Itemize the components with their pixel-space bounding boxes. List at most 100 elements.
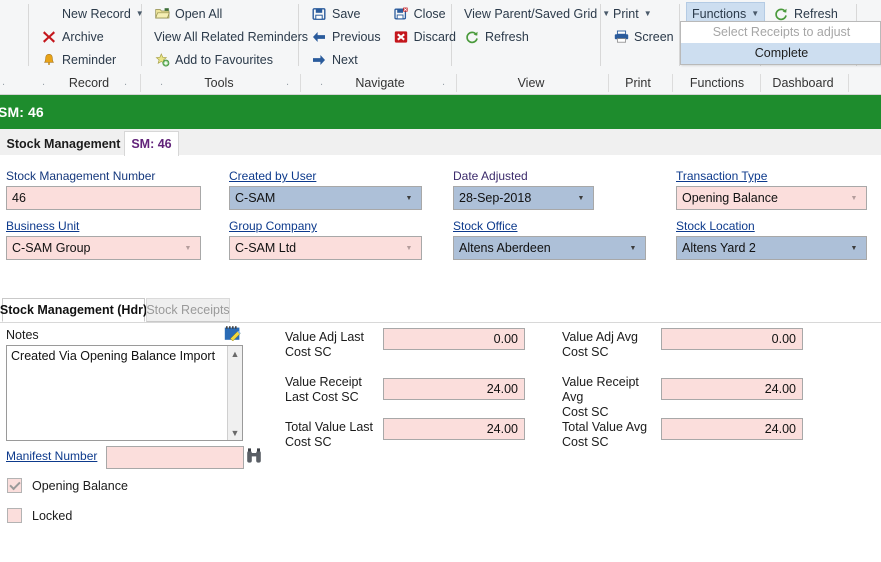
checkbox-input[interactable] bbox=[7, 478, 22, 493]
field-label: Transaction Type bbox=[676, 169, 867, 183]
ribbon-caption-dashboard: Dashboard bbox=[764, 72, 842, 94]
notepad-edit-icon[interactable] bbox=[224, 326, 241, 341]
chevron-down-icon[interactable]: ▼ bbox=[402, 237, 416, 259]
archive-button[interactable]: Archive bbox=[35, 25, 150, 48]
stock-location-dropdown[interactable]: Altens Yard 2 ▼ bbox=[676, 236, 867, 260]
tab-stock-management-hdr[interactable]: Stock Management (Hdr) bbox=[2, 298, 145, 322]
refresh-icon bbox=[773, 6, 789, 22]
menu-item-complete[interactable]: Complete bbox=[681, 43, 880, 64]
tab-stock-management-label: Stock Management bbox=[7, 137, 121, 151]
new-record-label: New Record bbox=[62, 7, 131, 21]
stock-management-number-input[interactable]: 46 bbox=[6, 186, 201, 210]
value-receipt-avg-cost-sc-label: Value Receipt Avg Cost SC bbox=[562, 375, 662, 420]
next-label: Next bbox=[332, 53, 358, 67]
next-button[interactable]: Next bbox=[305, 48, 387, 71]
reminder-button[interactable]: Reminder bbox=[35, 48, 150, 71]
chevron-down-icon[interactable]: ▼ bbox=[181, 237, 195, 259]
field-label: Created by User bbox=[229, 169, 422, 183]
view-all-related-reminders-button[interactable]: View All Related Reminders bbox=[148, 25, 314, 48]
tab-sm-46-label: SM: 46 bbox=[131, 137, 171, 151]
value-receipt-avg-cost-sc-input[interactable]: 24.00 bbox=[661, 378, 803, 400]
created-by-user-dropdown[interactable]: C-SAM ▼ bbox=[229, 186, 422, 210]
caption-divider bbox=[608, 74, 609, 92]
value-adj-avg-cost-sc-input[interactable]: 0.00 bbox=[661, 328, 803, 350]
ribbon-caption-tools: Tools bbox=[188, 72, 250, 94]
caption-divider bbox=[456, 74, 457, 92]
scroll-down-icon[interactable]: ▼ bbox=[228, 425, 243, 440]
group-company-dropdown[interactable]: C-SAM Ltd ▼ bbox=[229, 236, 422, 260]
print-screen-button[interactable]: Screen bbox=[607, 25, 680, 48]
scroll-up-icon[interactable]: ▲ bbox=[228, 346, 243, 361]
field-transaction-type: Transaction Type Opening Balance ▼ bbox=[676, 169, 867, 210]
menu-item-select-receipts-to-adjust[interactable]: Select Receipts to adjust bbox=[681, 22, 880, 43]
print-button[interactable]: Print ▼ bbox=[607, 2, 680, 25]
checkbox-locked[interactable]: Locked bbox=[7, 508, 72, 523]
view-parent-saved-grid-button[interactable]: View Parent/Saved Grid ▼ bbox=[458, 2, 616, 25]
print-screen-label: Screen bbox=[634, 30, 674, 44]
total-value-avg-cost-sc-input[interactable]: 24.00 bbox=[661, 418, 803, 440]
notes-scrollbar[interactable]: ▲ ▼ bbox=[227, 346, 242, 440]
field-stock-management-number: Stock Management Number 46 bbox=[6, 169, 201, 210]
arrow-left-icon bbox=[311, 29, 327, 45]
date-adjusted-dropdown[interactable]: 28-Sep-2018 ▼ bbox=[453, 186, 594, 210]
chevron-down-icon: ▼ bbox=[644, 10, 652, 18]
tab-stock-receipts[interactable]: Stock Receipts bbox=[146, 298, 230, 322]
chevron-down-icon: ▼ bbox=[751, 10, 759, 18]
field-stock-location: Stock Location Altens Yard 2 ▼ bbox=[676, 219, 867, 260]
red-x-box-icon bbox=[393, 29, 409, 45]
value-receipt-last-cost-sc-input[interactable]: 24.00 bbox=[383, 378, 525, 400]
chevron-down-icon[interactable]: ▼ bbox=[402, 187, 416, 209]
field-value: 46 bbox=[12, 191, 195, 205]
close-label: Close bbox=[414, 7, 446, 21]
transaction-type-dropdown[interactable]: Opening Balance ▼ bbox=[676, 186, 867, 210]
ribbon-group-record: New Record ▼ Archive bbox=[29, 0, 141, 72]
stock-office-dropdown[interactable]: Altens Aberdeen ▼ bbox=[453, 236, 646, 260]
checkbox-opening-balance[interactable]: Opening Balance bbox=[7, 478, 128, 493]
total-value-last-cost-sc-input[interactable]: 24.00 bbox=[383, 418, 525, 440]
field-value: Altens Yard 2 bbox=[682, 241, 847, 255]
value: 24.00 bbox=[487, 382, 518, 396]
detail-tab-strip: Stock Management (Hdr) Stock Receipts bbox=[0, 298, 881, 322]
discard-button[interactable]: Discard bbox=[387, 25, 462, 48]
red-x-icon bbox=[41, 29, 57, 45]
field-value: Altens Aberdeen bbox=[459, 241, 626, 255]
chevron-down-icon[interactable]: ▼ bbox=[574, 187, 588, 209]
close-button[interactable]: Close bbox=[387, 2, 462, 25]
total-value-last-cost-sc-label: Total Value Last Cost SC bbox=[285, 420, 375, 450]
checkbox-input[interactable] bbox=[7, 508, 22, 523]
previous-button[interactable]: Previous bbox=[305, 25, 387, 48]
star-add-icon bbox=[154, 52, 170, 68]
field-label: Stock Office bbox=[453, 219, 646, 233]
notes-textarea[interactable]: Created Via Opening Balance Import ▲ ▼ bbox=[6, 345, 243, 441]
open-all-button[interactable]: Open All bbox=[148, 2, 314, 25]
caption-divider bbox=[300, 74, 301, 92]
reminder-label: Reminder bbox=[62, 53, 116, 67]
manifest-number-input[interactable] bbox=[106, 446, 244, 469]
value-adj-last-cost-sc-input[interactable]: 0.00 bbox=[383, 328, 525, 350]
binoculars-icon[interactable] bbox=[246, 447, 262, 465]
caption-divider bbox=[140, 74, 141, 92]
tab-sm-46[interactable]: SM: 46 bbox=[124, 131, 179, 157]
field-stock-office: Stock Office Altens Aberdeen ▼ bbox=[453, 219, 646, 260]
save-button[interactable]: Save bbox=[305, 2, 387, 25]
chevron-down-icon[interactable]: ▼ bbox=[626, 237, 640, 259]
chevron-down-icon[interactable]: ▼ bbox=[847, 187, 861, 209]
value: 24.00 bbox=[765, 382, 796, 396]
ribbon-caption-functions: Functions bbox=[680, 72, 754, 94]
add-to-favourites-button[interactable]: Add to Favourites bbox=[148, 48, 314, 71]
tab-stock-management-hdr-label: Stock Management (Hdr) bbox=[0, 303, 147, 317]
chevron-down-icon[interactable]: ▼ bbox=[847, 237, 861, 259]
value: 24.00 bbox=[765, 422, 796, 436]
view-refresh-button[interactable]: Refresh bbox=[458, 25, 616, 48]
new-record-button[interactable]: New Record ▼ bbox=[35, 2, 150, 25]
print-label: Print bbox=[613, 7, 639, 21]
discard-label: Discard bbox=[414, 30, 456, 44]
field-value: C-SAM Ltd bbox=[235, 241, 402, 255]
open-all-label: Open All bbox=[175, 7, 222, 21]
tab-stock-management[interactable]: Stock Management bbox=[4, 132, 123, 156]
business-unit-dropdown[interactable]: C-SAM Group ▼ bbox=[6, 236, 201, 260]
header-form: Stock Management Number 46 Created by Us… bbox=[0, 156, 881, 291]
functions-dropdown-menu[interactable]: Select Receipts to adjust Complete bbox=[680, 21, 881, 65]
printer-icon bbox=[613, 29, 629, 45]
ribbon-toolbar: New Record ▼ Archive bbox=[0, 0, 881, 95]
